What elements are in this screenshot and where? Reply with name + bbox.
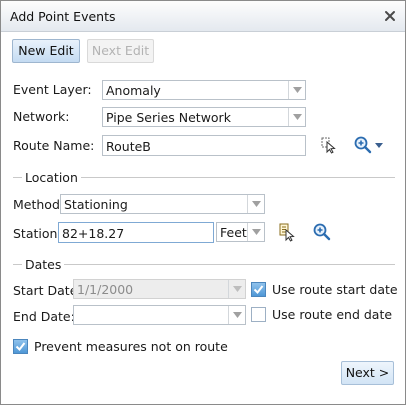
end-date-picker[interactable] <box>73 305 246 325</box>
select-route-on-map-icon[interactable] <box>319 135 339 155</box>
chevron-down-icon[interactable] <box>247 195 264 213</box>
dates-section-title: Dates <box>22 257 65 272</box>
dates-section-header: Dates <box>13 257 395 272</box>
use-route-end-date-checkbox[interactable] <box>251 307 266 322</box>
chevron-down-icon[interactable] <box>247 223 264 241</box>
event-layer-label: Event Layer: <box>13 82 92 97</box>
new-edit-button[interactable]: New Edit <box>12 39 80 63</box>
method-label: Method: <box>13 197 65 212</box>
use-route-start-date-label: Use route start date <box>272 282 398 297</box>
location-section-title: Location <box>22 170 81 185</box>
chevron-down-icon[interactable] <box>288 108 305 126</box>
event-layer-select[interactable]: Anomaly <box>102 80 306 100</box>
chevron-down-icon[interactable] <box>228 280 245 298</box>
start-date-label: Start Date: <box>13 283 82 298</box>
station-label: Station: <box>13 226 62 241</box>
add-point-events-dialog: Add Point Events New Edit Next Edit Even… <box>0 0 406 405</box>
prevent-measures-checkbox[interactable] <box>13 339 28 354</box>
dialog-titlebar[interactable]: Add Point Events <box>1 1 405 32</box>
route-name-input[interactable]: RouteB <box>102 135 306 156</box>
station-input[interactable]: 82+18.27 <box>58 222 214 243</box>
start-date-picker[interactable]: 1/1/2000 <box>73 279 246 299</box>
close-icon[interactable] <box>382 8 398 24</box>
chevron-down-icon[interactable] <box>228 306 245 324</box>
end-date-label: End Date: <box>13 309 75 324</box>
use-route-start-date-checkbox[interactable] <box>251 282 266 297</box>
zoom-to-station-icon[interactable] <box>312 222 332 242</box>
station-unit-select[interactable]: Feet <box>216 222 265 242</box>
use-route-end-date-label: Use route end date <box>272 307 393 322</box>
station-unit-value: Feet <box>220 225 247 240</box>
next-edit-button[interactable]: Next Edit <box>87 39 154 63</box>
method-value: Stationing <box>64 197 128 212</box>
network-select[interactable]: Pipe Series Network <box>102 107 306 127</box>
network-label: Network: <box>13 109 70 124</box>
start-date-value: 1/1/2000 <box>77 282 134 297</box>
select-station-on-map-icon[interactable] <box>277 222 297 242</box>
dates-divider <box>13 264 395 265</box>
zoom-options-chevron-down-icon[interactable] <box>373 135 385 155</box>
chevron-down-icon[interactable] <box>288 81 305 99</box>
method-select[interactable]: Stationing <box>60 194 265 214</box>
next-button[interactable]: Next > <box>341 361 394 385</box>
event-layer-value: Anomaly <box>106 83 161 98</box>
route-name-label: Route Name: <box>13 138 95 153</box>
network-value: Pipe Series Network <box>106 110 231 125</box>
zoom-to-route-icon[interactable] <box>353 135 373 155</box>
route-name-value: RouteB <box>106 139 151 154</box>
station-value: 82+18.27 <box>62 226 125 241</box>
dialog-title: Add Point Events <box>10 9 116 24</box>
location-section-header: Location <box>13 170 395 185</box>
prevent-measures-label: Prevent measures not on route <box>34 339 228 354</box>
